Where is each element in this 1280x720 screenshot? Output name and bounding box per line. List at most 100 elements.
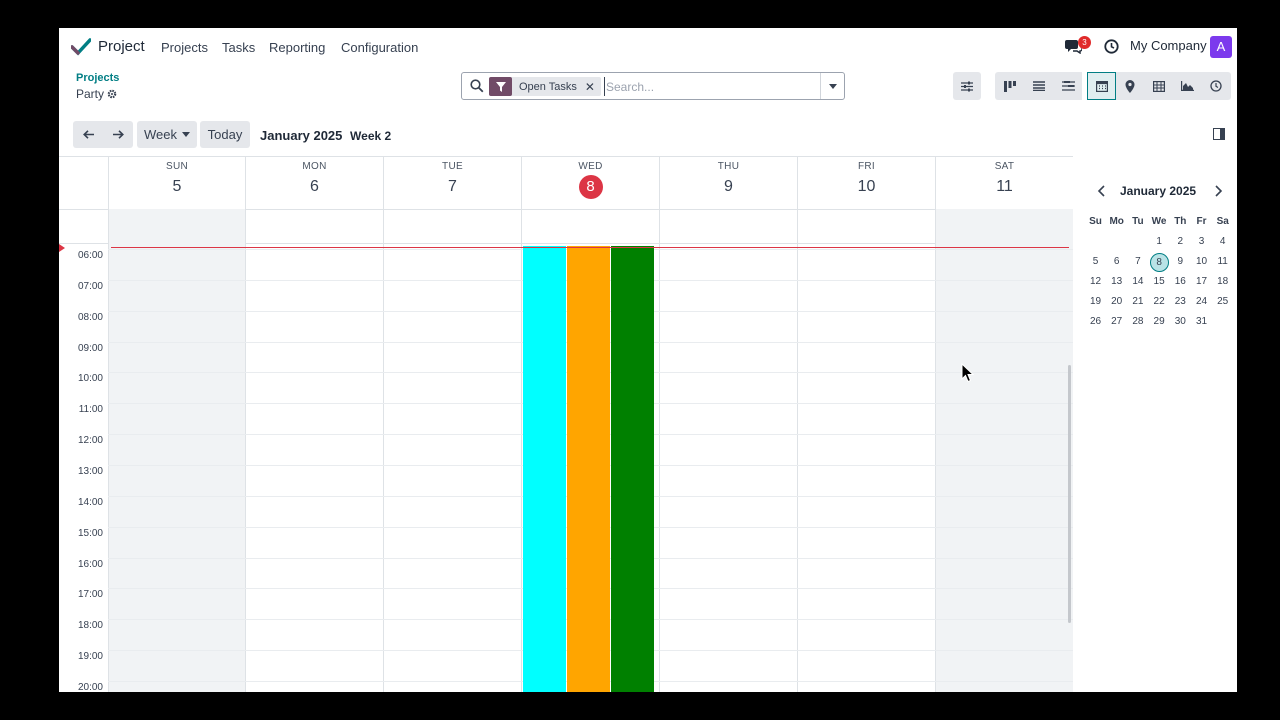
mini-day[interactable]: 7 <box>1127 253 1148 271</box>
view-calendar[interactable] <box>1087 72 1116 100</box>
view-map[interactable] <box>1116 72 1144 100</box>
hour-label: 11:00 <box>78 404 103 416</box>
calendar-icon <box>1095 81 1108 92</box>
search-icon[interactable] <box>470 79 484 93</box>
hour-label: 07:00 <box>77 280 103 292</box>
sidebar-toggle-icon[interactable] <box>1213 128 1225 140</box>
mini-calendar-title[interactable]: January 2025 <box>1120 184 1196 198</box>
hour-label: 20:00 <box>77 681 103 692</box>
mini-day[interactable]: 26 <box>1085 313 1106 331</box>
mini-day-today[interactable]: 8 <box>1149 253 1169 272</box>
breadcrumb-projects[interactable]: Projects <box>76 72 119 84</box>
menu-configuration[interactable]: Configuration <box>341 40 418 55</box>
hour-label: 16:00 <box>77 558 103 570</box>
view-list[interactable] <box>1024 72 1054 100</box>
hour-label: 13:00 <box>77 465 103 477</box>
day-number-value: 6 <box>310 178 319 195</box>
mini-day[interactable]: 12 <box>1085 273 1106 291</box>
day-header-sat[interactable]: SAT 11 <box>935 157 1073 209</box>
day-header-tue[interactable]: TUE 7 <box>383 157 521 209</box>
day-header-fri[interactable]: FRI 10 <box>797 157 935 209</box>
mini-day[interactable]: 1 <box>1149 233 1170 251</box>
mini-day[interactable]: 4 <box>1212 233 1233 251</box>
filter-panel-button[interactable] <box>953 72 981 100</box>
view-activity[interactable] <box>1201 72 1231 100</box>
mini-day[interactable]: 16 <box>1170 273 1191 291</box>
search-input[interactable] <box>604 77 814 96</box>
mini-day[interactable]: 2 <box>1170 233 1191 251</box>
mini-day[interactable]: 11 <box>1212 253 1233 271</box>
mini-day[interactable]: 13 <box>1106 273 1127 291</box>
mini-day[interactable]: 31 <box>1191 313 1212 331</box>
app-name[interactable]: Project <box>98 38 145 55</box>
pivot-table-icon <box>1152 80 1165 92</box>
day-number-value: 5 <box>172 178 182 195</box>
view-pivot[interactable] <box>1144 72 1173 100</box>
previous-button[interactable] <box>73 121 103 148</box>
mini-day[interactable]: 21 <box>1127 293 1148 311</box>
mini-day[interactable]: 10 <box>1191 253 1212 271</box>
menu-tasks[interactable]: Tasks <box>222 40 255 55</box>
list-icon <box>1033 81 1045 91</box>
mini-day[interactable]: 17 <box>1191 273 1212 291</box>
clock-icon[interactable] <box>1104 39 1119 54</box>
map-pin-icon <box>1125 79 1135 93</box>
day-header-wed[interactable]: WED 8 <box>521 157 659 209</box>
mini-day[interactable]: 18 <box>1212 273 1233 291</box>
mini-day[interactable]: 3 <box>1191 233 1212 251</box>
mini-day[interactable]: 6 <box>1106 253 1127 271</box>
mini-day[interactable]: 23 <box>1170 293 1191 311</box>
hour-label: 17:00 <box>77 589 103 601</box>
calendar-period-title: January 2025 Week 2 <box>260 128 391 143</box>
mini-day[interactable]: 22 <box>1149 293 1170 311</box>
next-button[interactable] <box>103 121 133 148</box>
day-header-sun[interactable]: SUN 5 <box>108 157 245 209</box>
view-gantt[interactable] <box>1054 72 1082 100</box>
mini-day[interactable]: 14 <box>1127 273 1148 291</box>
calendar-event[interactable] <box>523 246 566 692</box>
company-switcher[interactable]: My Company <box>1130 38 1207 53</box>
today-button[interactable]: Today <box>200 121 250 148</box>
mini-day[interactable]: 15 <box>1149 273 1170 291</box>
day-number: 11 <box>936 178 1073 196</box>
mini-day[interactable]: 29 <box>1149 313 1170 331</box>
gear-icon[interactable] <box>107 89 117 99</box>
mini-day[interactable]: 20 <box>1106 293 1127 311</box>
search-options-toggle[interactable] <box>820 73 844 99</box>
mini-weekday-label: We <box>1151 216 1167 227</box>
breadcrumb-current-label: Party <box>76 87 105 101</box>
day-number: 5 <box>109 178 245 196</box>
day-number-value: 8 <box>578 175 603 199</box>
day-number: 9 <box>660 178 797 196</box>
today-day-number: 8 <box>522 175 659 199</box>
mini-day[interactable]: 25 <box>1212 293 1233 311</box>
user-avatar[interactable]: A <box>1210 36 1232 58</box>
mini-day[interactable]: 5 <box>1085 253 1106 271</box>
mini-day[interactable]: 30 <box>1170 313 1191 331</box>
mini-day[interactable]: 28 <box>1127 313 1148 331</box>
mini-day[interactable]: 9 <box>1170 253 1191 271</box>
mini-prev-month-icon[interactable] <box>1097 185 1105 197</box>
day-header-thu[interactable]: THU 9 <box>659 157 797 209</box>
scale-label: Week <box>144 127 177 142</box>
day-header-mon[interactable]: MON 6 <box>245 157 383 209</box>
menu-projects[interactable]: Projects <box>161 40 208 55</box>
calendar-event[interactable] <box>567 246 610 692</box>
day-of-week-label: MON <box>302 161 327 172</box>
day-of-week-label: SUN <box>165 161 188 172</box>
mini-next-month-icon[interactable] <box>1215 185 1223 197</box>
scale-dropdown[interactable]: Week <box>137 121 197 148</box>
mini-day[interactable]: 24 <box>1191 293 1212 311</box>
caret-down-icon <box>182 132 190 137</box>
view-kanban[interactable] <box>995 72 1024 100</box>
grid-scrollbar[interactable] <box>1068 365 1071 623</box>
menu-reporting[interactable]: Reporting <box>269 40 325 55</box>
remove-facet-icon[interactable]: ✕ <box>585 80 601 94</box>
mini-day[interactable]: 27 <box>1106 313 1127 331</box>
hour-label: 12:00 <box>77 435 103 447</box>
project-logo-icon[interactable] <box>71 38 91 56</box>
view-graph[interactable] <box>1173 72 1201 100</box>
calendar-event[interactable] <box>611 246 654 692</box>
mini-day[interactable]: 19 <box>1085 293 1106 311</box>
hour-label: 06:00 <box>77 250 103 261</box>
